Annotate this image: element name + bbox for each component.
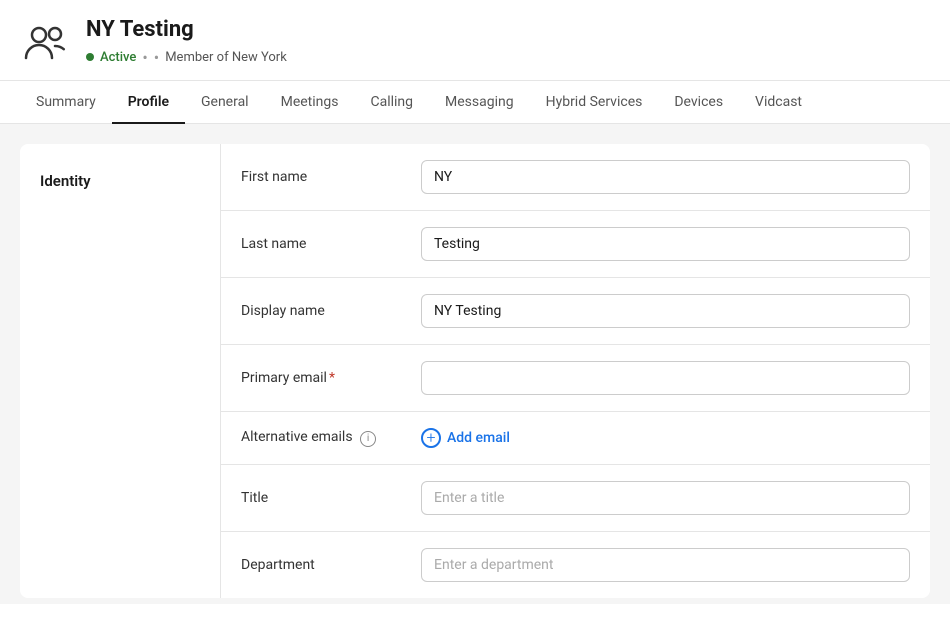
user-name: NY Testing: [86, 17, 930, 43]
page-header: NY Testing Active • • Member of New York: [0, 0, 950, 81]
department-input[interactable]: [421, 548, 910, 582]
identity-section: Identity First name Last name: [20, 144, 930, 598]
form-row-display-name: Display name: [221, 278, 930, 345]
first-name-input[interactable]: [421, 160, 910, 194]
user-avatar-icon: [20, 16, 72, 68]
identity-card: Identity First name Last name: [20, 144, 930, 598]
label-title: Title: [241, 490, 401, 506]
label-last-name: Last name: [241, 236, 401, 252]
info-icon[interactable]: i: [360, 431, 376, 447]
member-of-label: Member of New York: [165, 50, 287, 65]
add-icon: +: [421, 428, 441, 448]
add-email-button[interactable]: + Add email: [421, 428, 510, 448]
dot-separator-2: •: [154, 48, 159, 67]
required-star: *: [329, 370, 335, 386]
primary-email-input[interactable]: [421, 361, 910, 395]
tab-summary[interactable]: Summary: [20, 82, 112, 124]
form-row-alternative-emails: Alternative emails i + Add email: [221, 412, 930, 465]
tab-bar: Summary Profile General Meetings Calling…: [0, 81, 950, 124]
form-row-title: Title: [221, 465, 930, 532]
tab-calling[interactable]: Calling: [354, 82, 429, 124]
tab-hybrid-services[interactable]: Hybrid Services: [530, 82, 659, 124]
last-name-input[interactable]: [421, 227, 910, 261]
input-wrapper-title: [421, 481, 910, 515]
label-first-name: First name: [241, 169, 401, 185]
form-row-last-name: Last name: [221, 211, 930, 278]
section-label-identity: Identity: [20, 144, 220, 218]
form-row-primary-email: Primary email*: [221, 345, 930, 412]
tab-meetings[interactable]: Meetings: [265, 82, 355, 124]
status-label: Active: [100, 50, 136, 65]
tab-messaging[interactable]: Messaging: [429, 82, 530, 124]
tab-vidcast[interactable]: Vidcast: [739, 82, 818, 124]
display-name-input[interactable]: [421, 294, 910, 328]
input-wrapper-primary-email: [421, 361, 910, 395]
input-wrapper-department: [421, 548, 910, 582]
label-alternative-emails: Alternative emails i: [241, 429, 401, 447]
tab-devices[interactable]: Devices: [658, 82, 739, 124]
add-email-label: Add email: [447, 430, 510, 446]
tab-general[interactable]: General: [185, 82, 265, 124]
form-row-department: Department: [221, 532, 930, 598]
label-primary-email: Primary email*: [241, 370, 401, 386]
add-email-wrapper: + Add email: [421, 428, 910, 448]
header-meta: Active • • Member of New York: [86, 48, 930, 67]
dot-separator: •: [142, 48, 147, 67]
status-dot-icon: [86, 53, 94, 61]
input-wrapper-display-name: [421, 294, 910, 328]
label-department: Department: [241, 557, 401, 573]
input-wrapper-last-name: [421, 227, 910, 261]
title-input[interactable]: [421, 481, 910, 515]
content-area: Identity First name Last name: [0, 124, 950, 604]
form-row-first-name: First name: [221, 144, 930, 211]
header-info: NY Testing Active • • Member of New York: [86, 17, 930, 66]
label-display-name: Display name: [241, 303, 401, 319]
input-wrapper-first-name: [421, 160, 910, 194]
form-fields: First name Last name Display name: [221, 144, 930, 598]
tab-profile[interactable]: Profile: [112, 82, 185, 124]
